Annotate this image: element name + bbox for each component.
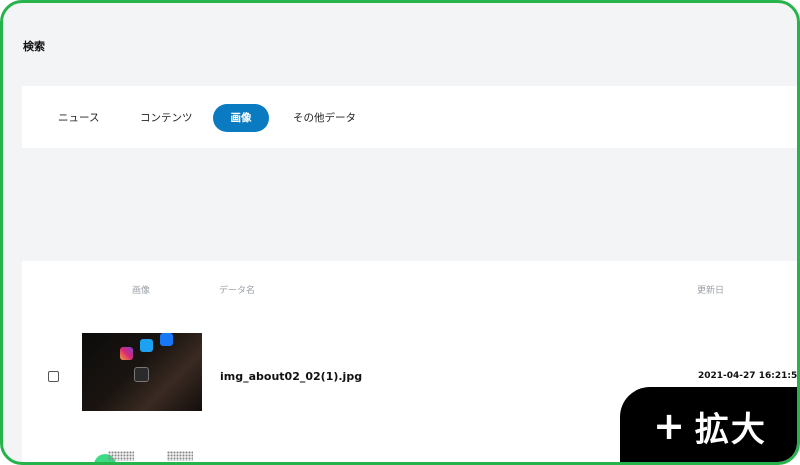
page-title: 検索 [23, 40, 45, 53]
plus-icon: + [653, 404, 685, 448]
app-icon [134, 367, 149, 382]
loading-pattern [108, 451, 134, 461]
row-select-checkbox[interactable] [48, 371, 59, 382]
enlarge-button[interactable]: + 拡大 [620, 387, 797, 462]
screenshot-frame: 検索 ニュース コンテンツ 画像 その他データ 画像 データ名 更新日 img_… [0, 0, 800, 465]
enlarge-label: 拡大 [694, 409, 767, 450]
data-name-cell[interactable]: img_about02_02(1).jpg [220, 370, 362, 383]
twitter-app-icon [140, 339, 153, 352]
loading-pattern [167, 451, 193, 461]
tab-other-data[interactable]: その他データ [289, 104, 360, 132]
category-tabs: ニュース コンテンツ 画像 その他データ [22, 86, 797, 148]
tab-images[interactable]: 画像 [213, 104, 269, 132]
tab-news[interactable]: ニュース [54, 104, 103, 132]
column-header-image: 画像 [132, 286, 151, 296]
image-thumbnail[interactable] [82, 333, 202, 411]
instagram-app-icon [120, 347, 133, 360]
tab-contents[interactable]: コンテンツ [136, 104, 197, 132]
column-header-data-name: データ名 [219, 286, 256, 296]
column-header-updated: 更新日 [697, 286, 725, 296]
facebook-app-icon [160, 333, 173, 346]
updated-date-cell: 2021-04-27 16:21:54 [698, 371, 800, 381]
